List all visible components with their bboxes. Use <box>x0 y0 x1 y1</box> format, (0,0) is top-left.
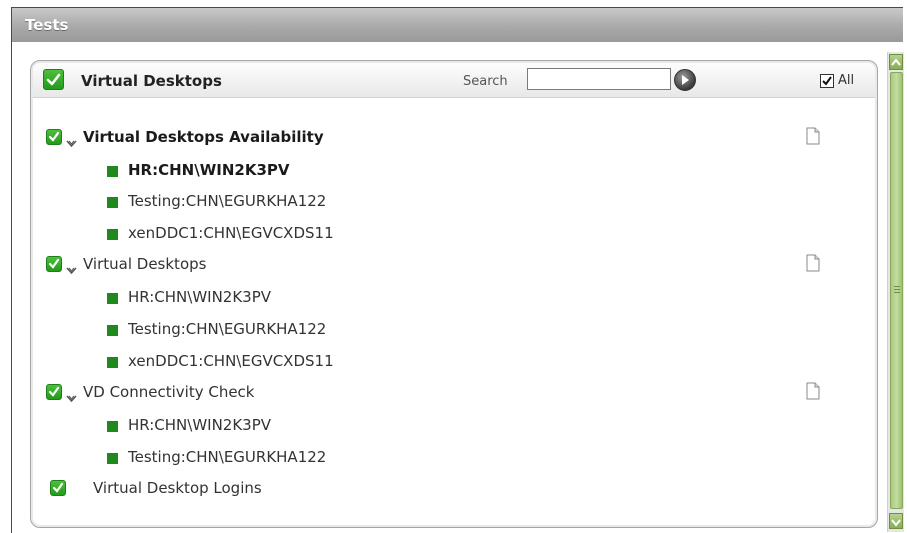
tests-frame: Tests Virtual Desktops Search All Virtua… <box>11 7 904 533</box>
scroll-down-button[interactable] <box>889 513 903 529</box>
test-row[interactable]: Virtual Desktop Logins <box>31 475 871 501</box>
green-check-icon[interactable] <box>50 480 66 496</box>
tests-header: Tests <box>12 8 903 42</box>
chevron-down-icon[interactable] <box>66 388 77 407</box>
item-label[interactable]: xenDDC1:CHN\EGVCXDS11 <box>128 224 334 242</box>
status-square-icon <box>107 229 118 240</box>
status-square-icon <box>107 325 118 336</box>
scroll-up-button[interactable] <box>889 54 903 70</box>
item-label[interactable]: xenDDC1:CHN\EGVCXDS11 <box>128 352 334 370</box>
status-square-icon <box>107 166 118 177</box>
test-row[interactable]: Virtual Desktops <box>31 251 871 277</box>
list-item[interactable]: HR:CHN\WIN2K3PV <box>31 283 731 309</box>
item-label[interactable]: Testing:CHN\EGURKHA122 <box>128 448 326 466</box>
test-label[interactable]: VD Connectivity Check <box>83 383 254 401</box>
item-label[interactable]: HR:CHN\WIN2K3PV <box>128 288 271 306</box>
status-square-icon <box>107 197 118 208</box>
chevron-down-icon[interactable] <box>66 260 77 279</box>
search-input[interactable] <box>527 68 671 90</box>
test-label[interactable]: Virtual Desktops Availability <box>83 128 324 146</box>
status-square-icon <box>107 421 118 432</box>
item-label[interactable]: HR:CHN\WIN2K3PV <box>128 416 271 434</box>
item-label[interactable]: Testing:CHN\EGURKHA122 <box>128 320 326 338</box>
green-check-icon[interactable] <box>46 256 62 272</box>
go-arrow-icon[interactable] <box>674 69 696 91</box>
list-item[interactable]: xenDDC1:CHN\EGVCXDS11 <box>31 347 731 373</box>
select-all-checkbox[interactable] <box>820 74 834 88</box>
item-label[interactable]: HR:CHN\WIN2K3PV <box>128 161 289 179</box>
document-icon[interactable] <box>806 382 820 404</box>
document-icon[interactable] <box>806 127 820 149</box>
virtual-desktops-panel: Virtual Desktops Search All Virtual Desk… <box>30 60 878 528</box>
status-square-icon <box>107 293 118 304</box>
list-item[interactable]: Testing:CHN\EGURKHA122 <box>31 315 731 341</box>
status-square-icon <box>107 357 118 368</box>
test-label[interactable]: Virtual Desktops <box>83 255 206 273</box>
chevron-down-icon[interactable] <box>66 133 77 152</box>
panel-title: Virtual Desktops <box>81 72 222 90</box>
list-item[interactable]: HR:CHN\WIN2K3PV <box>31 156 731 182</box>
list-item[interactable]: Testing:CHN\EGURKHA122 <box>31 187 731 213</box>
test-row[interactable]: VD Connectivity Check <box>31 379 871 405</box>
list-item[interactable]: HR:CHN\WIN2K3PV <box>31 411 731 437</box>
panel-header: Virtual Desktops Search All <box>33 63 875 98</box>
test-row[interactable]: Virtual Desktops Availability <box>31 124 871 150</box>
item-label[interactable]: Testing:CHN\EGURKHA122 <box>128 192 326 210</box>
list-item[interactable]: Testing:CHN\EGURKHA122 <box>31 443 731 469</box>
test-label[interactable]: Virtual Desktop Logins <box>93 479 262 497</box>
panel-check-icon[interactable] <box>43 69 64 90</box>
green-check-icon[interactable] <box>46 384 62 400</box>
green-check-icon[interactable] <box>46 129 62 145</box>
document-icon[interactable] <box>806 254 820 276</box>
scroll-thumb[interactable] <box>890 72 903 509</box>
vertical-scrollbar[interactable] <box>887 52 904 532</box>
search-label: Search <box>463 74 508 89</box>
status-square-icon <box>107 453 118 464</box>
select-all-label: All <box>838 73 855 88</box>
list-item[interactable]: xenDDC1:CHN\EGVCXDS11 <box>31 219 731 245</box>
